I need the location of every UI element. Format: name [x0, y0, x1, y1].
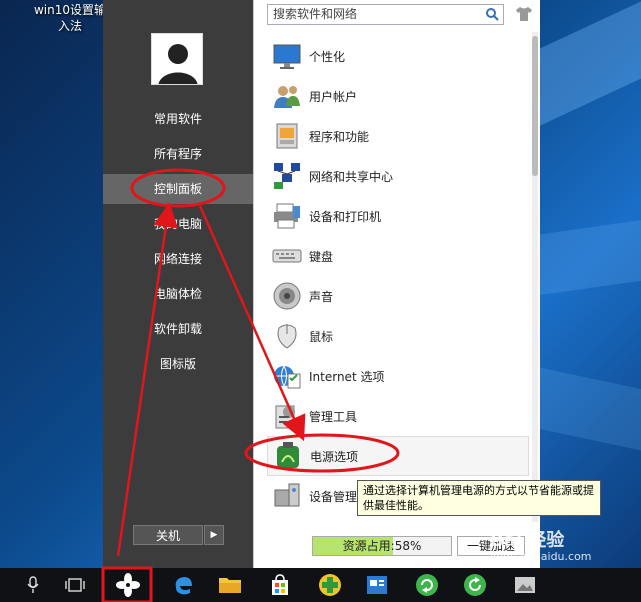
- control-panel-item[interactable]: 网络和共享中心: [267, 156, 529, 196]
- speaker-icon: [273, 282, 301, 310]
- programs-icon: [276, 123, 298, 149]
- resource-usage-text: 资源占用:58%: [342, 539, 422, 553]
- search-icon[interactable]: [485, 7, 499, 21]
- desktop-icon-label[interactable]: win10设置输入法: [30, 2, 110, 34]
- refresh-app-icon-2[interactable]: [460, 571, 490, 599]
- taskbar: [0, 568, 641, 602]
- start-menu-item[interactable]: 我的电脑: [103, 209, 253, 239]
- start-left-column: 常用软件所有程序控制面板我的电脑网络连接电脑体检软件卸载图标版 关机 ▶: [103, 0, 253, 568]
- control-panel-item-label: 电源选项: [310, 449, 359, 464]
- keyboard-icon: [272, 249, 302, 263]
- plus-app-icon[interactable]: [315, 571, 345, 599]
- folder-icon[interactable]: [215, 571, 245, 599]
- control-panel-item-label: 键盘: [309, 249, 334, 264]
- control-panel-item-label: 鼠标: [309, 329, 334, 344]
- refresh-app-icon[interactable]: [412, 571, 442, 599]
- skin-shirt-icon[interactable]: [515, 6, 533, 22]
- monitor-icon: [273, 44, 301, 69]
- power-icon: [277, 442, 299, 468]
- edge-icon[interactable]: [168, 571, 198, 599]
- control-panel-item-label: 个性化: [309, 49, 346, 64]
- control-panel-item-label: Internet 选项: [309, 369, 385, 384]
- control-panel-item[interactable]: 声音: [267, 276, 529, 316]
- control-panel-item-label: 程序和功能: [309, 129, 370, 144]
- control-panel-item-label: 声音: [309, 289, 334, 304]
- control-panel-item[interactable]: 设备和打印机: [267, 196, 529, 236]
- control-panel-item[interactable]: 个性化: [267, 36, 529, 76]
- control-panel-item[interactable]: 用户帐户: [267, 76, 529, 116]
- image-app-icon[interactable]: [510, 571, 540, 599]
- printer-icon: [274, 203, 300, 229]
- control-panel-item[interactable]: 键盘: [267, 236, 529, 276]
- start-menu-item[interactable]: 图标版: [103, 349, 253, 379]
- start-menu-item[interactable]: 所有程序: [103, 139, 253, 169]
- task-view-icon[interactable]: [60, 571, 90, 599]
- start-fan-icon[interactable]: [105, 571, 151, 599]
- control-panel-item[interactable]: 电源选项: [267, 436, 529, 476]
- watermark-brand: Bai 经验: [490, 530, 565, 551]
- internet-options-icon: [274, 365, 301, 389]
- control-panel-item-label: 管理工具: [309, 409, 358, 424]
- control-panel-item[interactable]: 程序和功能: [267, 116, 529, 156]
- admin-tools-icon: [275, 405, 295, 429]
- control-panel-item-label: 设备和打印机: [309, 209, 382, 224]
- start-menu-item[interactable]: 软件卸载: [103, 314, 253, 344]
- user-avatar-icon: [152, 34, 202, 84]
- control-panel-item-label: 用户帐户: [309, 89, 358, 104]
- device-manager-icon: [274, 483, 300, 507]
- start-menu-item[interactable]: 常用软件: [103, 104, 253, 134]
- scrollbar-thumb[interactable]: [532, 36, 538, 176]
- users-icon: [274, 86, 300, 108]
- control-panel-item[interactable]: 鼠标: [267, 316, 529, 356]
- control-panel-item-label: 网络和共享中心: [309, 169, 394, 184]
- store-icon[interactable]: [265, 571, 295, 599]
- start-menu-item[interactable]: 网络连接: [103, 244, 253, 274]
- shutdown-options-arrow-icon[interactable]: ▶: [204, 525, 224, 545]
- search-input[interactable]: 搜索软件和网络: [267, 4, 504, 25]
- control-panel-item[interactable]: 管理工具: [267, 396, 529, 436]
- shutdown-button[interactable]: 关机: [133, 525, 203, 545]
- mouse-icon: [277, 324, 297, 349]
- user-avatar[interactable]: [151, 33, 203, 85]
- control-panel-list: 个性化用户帐户程序和功能网络和共享中心 设备和打印机 键盘声音鼠标 Internet …: [267, 36, 529, 516]
- control-panel-item-label: 设备管理: [309, 489, 358, 504]
- control-panel-item[interactable]: Internet 选项: [267, 356, 529, 396]
- power-options-tooltip: 通过选择计算机管理电源的方式以节省能源或提供最佳性能。: [357, 480, 601, 516]
- start-menu-item[interactable]: 控制面板: [103, 174, 253, 204]
- search-placeholder: 搜索软件和网络: [273, 7, 358, 21]
- mic-icon[interactable]: [18, 571, 48, 599]
- network-icon: [274, 163, 300, 189]
- scrollbar[interactable]: [532, 32, 538, 522]
- resource-usage-bar: 资源占用:58%: [312, 536, 452, 556]
- watermark-url: jingyan.baidu.com: [490, 550, 592, 563]
- app-icon[interactable]: [362, 571, 392, 599]
- start-menu-item[interactable]: 电脑体检: [103, 279, 253, 309]
